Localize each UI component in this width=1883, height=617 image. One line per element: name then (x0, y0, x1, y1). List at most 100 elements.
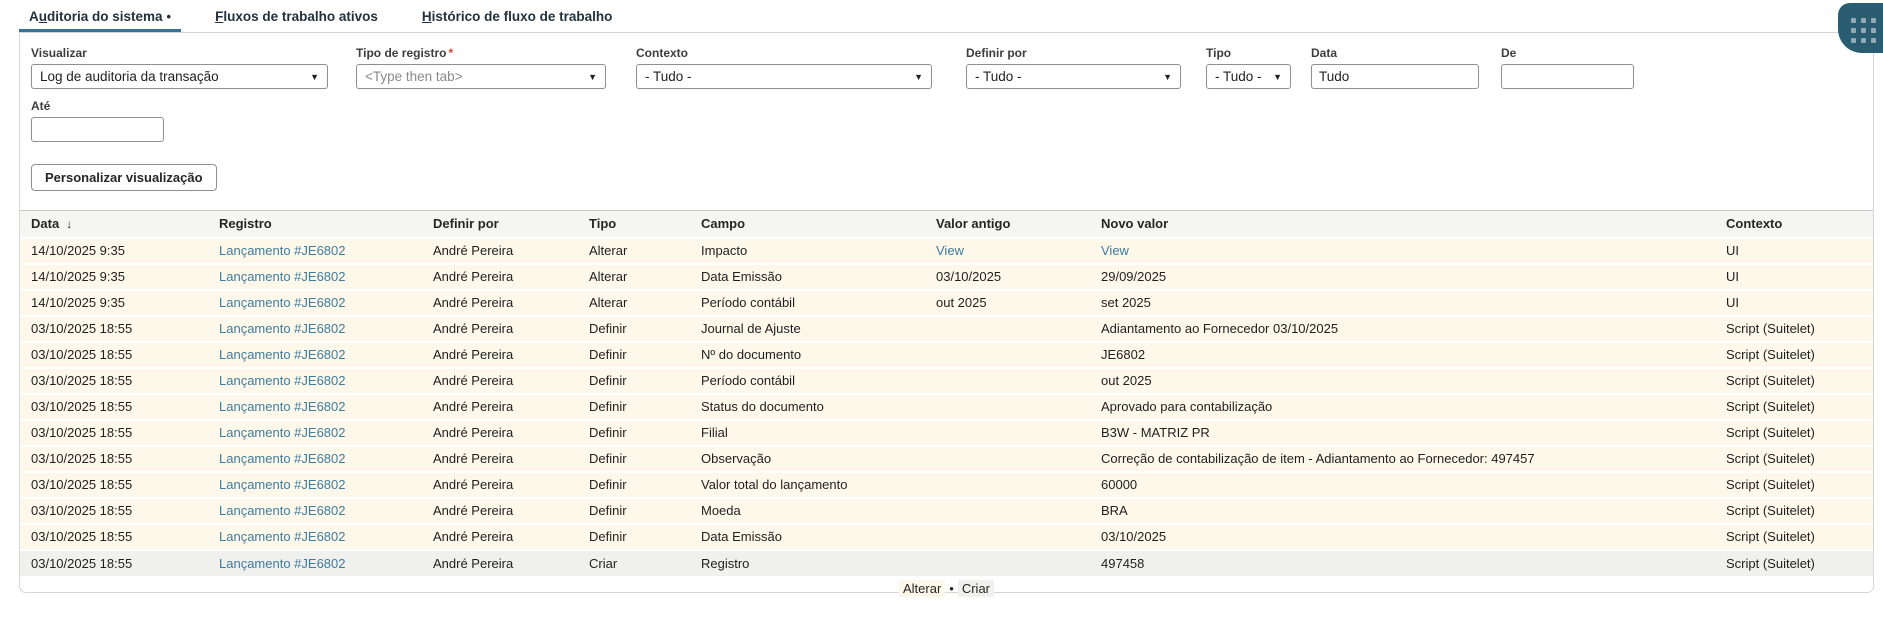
cell-registro-link[interactable]: Lançamento #JE6802 (219, 503, 345, 518)
cell-campo: Nº do documento (701, 347, 801, 362)
cell-campo: Journal de Ajuste (701, 321, 801, 336)
header-campo[interactable]: Campo (690, 211, 925, 238)
tab-historico-de-fluxo-de-trabalho[interactable]: Histórico de fluxo de trabalho (412, 3, 623, 32)
cell-definir-por: André Pereira (433, 503, 513, 518)
customize-view-button[interactable]: Personalizar visualização (31, 164, 217, 191)
chevron-down-icon: ▼ (914, 72, 923, 82)
tipo-registro-label: Tipo de registro* (356, 46, 606, 60)
cell-registro-link[interactable]: Lançamento #JE6802 (219, 347, 345, 362)
legend-alterar: Alterar (899, 580, 945, 597)
cell-data: 03/10/2025 18:55 (31, 347, 132, 362)
cell-definir-por: André Pereira (433, 321, 513, 336)
contexto-select[interactable]: - Tudo - ▼ (636, 64, 932, 89)
header-data[interactable]: Data↓ (20, 211, 208, 238)
contexto-value: - Tudo - (645, 69, 692, 84)
cell-novo-valor: BRA (1101, 503, 1128, 518)
cell-registro-link[interactable]: Lançamento #JE6802 (219, 243, 345, 258)
header-tipo[interactable]: Tipo (578, 211, 690, 238)
cell-novo-valor: Correção de contabilização de item - Adi… (1101, 451, 1535, 466)
tipo-select[interactable]: - Tudo - ▼ (1206, 64, 1291, 89)
legend-criar: Criar (958, 580, 994, 597)
cell-campo: Moeda (701, 503, 741, 518)
cell-tipo: Definir (589, 477, 627, 492)
cell-registro-link[interactable]: Lançamento #JE6802 (219, 529, 345, 544)
table-row: 03/10/2025 18:55Lançamento #JE6802André … (20, 472, 1873, 498)
table-row: 03/10/2025 18:55 Lançamento #JE6802 André … (20, 316, 1873, 342)
cell-registro-link[interactable]: Lançamento #JE6802 (219, 477, 345, 492)
cell-data: 14/10/2025 9:35 (31, 269, 125, 284)
cell-registro-link[interactable]: Lançamento #JE6802 (219, 269, 345, 284)
cell-novo-valor: 60000 (1101, 477, 1137, 492)
table-row: 03/10/2025 18:55Lançamento #JE6802André … (20, 524, 1873, 550)
cell-tipo: Alterar (589, 295, 627, 310)
tipo-label: Tipo (1206, 46, 1291, 60)
cell-campo: Filial (701, 425, 728, 440)
table-row: 03/10/2025 18:55Lançamento #JE6802André … (20, 368, 1873, 394)
cell-contexto: Script (Suitelet) (1726, 321, 1815, 336)
cell-contexto: Script (Suitelet) (1726, 477, 1815, 492)
header-contexto[interactable]: Contexto (1715, 211, 1873, 238)
definir-por-select[interactable]: - Tudo - ▼ (966, 64, 1181, 89)
cell-data: 03/10/2025 18:55 (31, 425, 132, 440)
audit-table: Data↓ Registro Definir por Tipo Campo Va… (20, 210, 1873, 576)
cell-valor-antigo: out 2025 (936, 295, 987, 310)
cell-data: 03/10/2025 18:55 (31, 321, 132, 336)
cell-contexto: Script (Suitelet) (1726, 347, 1815, 362)
cell-novo-valor: set 2025 (1101, 295, 1151, 310)
visualizar-select[interactable]: Log de auditoria da transação ▼ (31, 64, 328, 89)
cell-registro-link[interactable]: Lançamento #JE6802 (219, 556, 345, 571)
cell-novo-valor[interactable]: View (1101, 243, 1129, 258)
table-row: 14/10/2025 9:35Lançamento #JE6802André P… (20, 290, 1873, 316)
cell-registro-link[interactable]: Lançamento #JE6802 (219, 399, 345, 414)
cell-campo: Status do documento (701, 399, 824, 414)
legend-separator: • (949, 581, 954, 596)
header-valor-antigo[interactable]: Valor antigo (925, 211, 1090, 238)
ate-input[interactable] (31, 117, 164, 142)
required-asterisk: * (448, 46, 453, 60)
filter-area: Visualizar Log de auditoria da transação… (20, 46, 1873, 142)
header-novo-valor[interactable]: Novo valor (1090, 211, 1715, 238)
cell-tipo: Definir (589, 399, 627, 414)
quick-menu-button[interactable] (1838, 3, 1883, 53)
cell-tipo: Definir (589, 347, 627, 362)
cell-registro-link[interactable]: Lançamento #JE6802 (219, 295, 345, 310)
cell-novo-valor: 29/09/2025 (1101, 269, 1166, 284)
cell-registro-link[interactable]: Lançamento #JE6802 (219, 425, 345, 440)
ate-label: Até (31, 99, 164, 113)
cell-registro-link[interactable]: Lançamento #JE6802 (219, 451, 345, 466)
tab-label: Fluxos de trabalho ativos (215, 9, 378, 24)
tipo-registro-combobox[interactable]: <Type then tab> ▼ (356, 64, 606, 89)
header-definir-por[interactable]: Definir por (422, 211, 578, 238)
cell-novo-valor: 497458 (1101, 556, 1144, 571)
tab-auditoria-do-sistema[interactable]: Auditoria do sistema• (19, 3, 181, 32)
cell-novo-valor: 03/10/2025 (1101, 529, 1166, 544)
tab-label: Auditoria do sistema (29, 9, 163, 24)
cell-definir-por: André Pereira (433, 399, 513, 414)
header-registro[interactable]: Registro (208, 211, 422, 238)
cell-data: 03/10/2025 18:55 (31, 503, 132, 518)
cell-data: 03/10/2025 18:55 (31, 373, 132, 388)
cell-tipo: Alterar (589, 243, 627, 258)
table-header-row: Data↓ Registro Definir por Tipo Campo Va… (20, 211, 1873, 238)
table-row: 14/10/2025 9:35Lançamento #JE6802André P… (20, 264, 1873, 290)
cell-definir-por: André Pereira (433, 347, 513, 362)
cell-contexto: Script (Suitelet) (1726, 529, 1815, 544)
data-label: Data (1311, 46, 1479, 60)
cell-contexto: Script (Suitelet) (1726, 451, 1815, 466)
cell-novo-valor: B3W - MATRIZ PR (1101, 425, 1210, 440)
visualizar-value: Log de auditoria da transação (40, 69, 219, 84)
cell-definir-por: André Pereira (433, 529, 513, 544)
cell-novo-valor: Adiantamento ao Fornecedor 03/10/2025 (1101, 321, 1338, 336)
cell-registro-link[interactable]: Lançamento #JE6802 (219, 321, 345, 336)
tab-fluxos-de-trabalho-ativos[interactable]: Fluxos de trabalho ativos (205, 3, 388, 32)
table-row: 03/10/2025 18:55 Lançamento #JE6802 André … (20, 498, 1873, 524)
data-input[interactable] (1311, 64, 1479, 89)
sort-desc-icon[interactable]: ↓ (66, 217, 72, 231)
table-row: 03/10/2025 18:55Lançamento #JE6802André … (20, 550, 1873, 576)
cell-tipo: Definir (589, 373, 627, 388)
cell-registro-link[interactable]: Lançamento #JE6802 (219, 373, 345, 388)
table-row: 03/10/2025 18:55Lançamento #JE6802André … (20, 446, 1873, 472)
cell-definir-por: André Pereira (433, 295, 513, 310)
de-input[interactable] (1501, 64, 1634, 89)
cell-valor-antigo[interactable]: View (936, 243, 964, 258)
